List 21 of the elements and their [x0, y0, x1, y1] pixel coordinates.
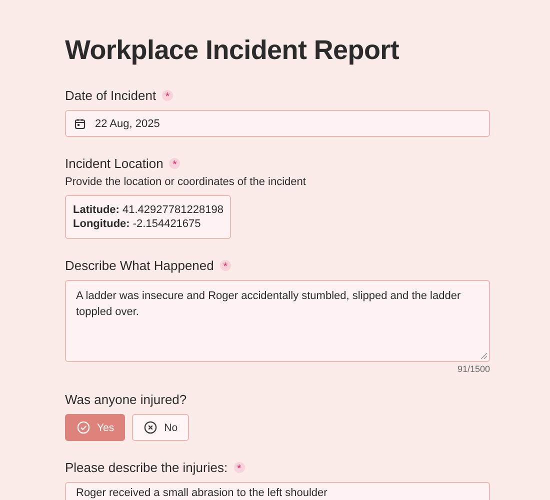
injuries-textarea[interactable]: Roger received a small abrasion to the left shoulder [65, 482, 490, 500]
required-mark: * [234, 462, 245, 473]
x-circle-icon [144, 421, 158, 434]
resize-handle-icon[interactable] [481, 353, 487, 359]
coordinates-field[interactable]: Latitude: 41.42927781228198 Longitude: -2.154421675 [65, 195, 232, 239]
field-label: Describe What Happened [65, 258, 214, 273]
form-title: Workplace Incident Report [65, 34, 400, 67]
character-counter: 91/1500 [457, 364, 490, 374]
date-field[interactable]: 22 Aug, 2025 [65, 110, 490, 137]
calendar-icon [74, 118, 86, 130]
required-mark: * [220, 260, 231, 271]
field-label: Date of Incident [65, 88, 156, 103]
description-textarea[interactable]: A ladder was insecure and Roger accidentally stumbled, slipped and the ladder toppled over. [65, 280, 490, 362]
required-mark: * [169, 158, 180, 169]
field-label: Please describe the injuries: [65, 460, 228, 475]
question-label: Was anyone injured? [65, 392, 187, 407]
check-circle-icon [77, 421, 90, 434]
field-description: Provide the location or coordinates of the incident [65, 176, 307, 188]
required-mark: * [162, 90, 174, 101]
choice-button[interactable]: No [132, 414, 189, 441]
field-label: Incident Location [65, 156, 164, 171]
